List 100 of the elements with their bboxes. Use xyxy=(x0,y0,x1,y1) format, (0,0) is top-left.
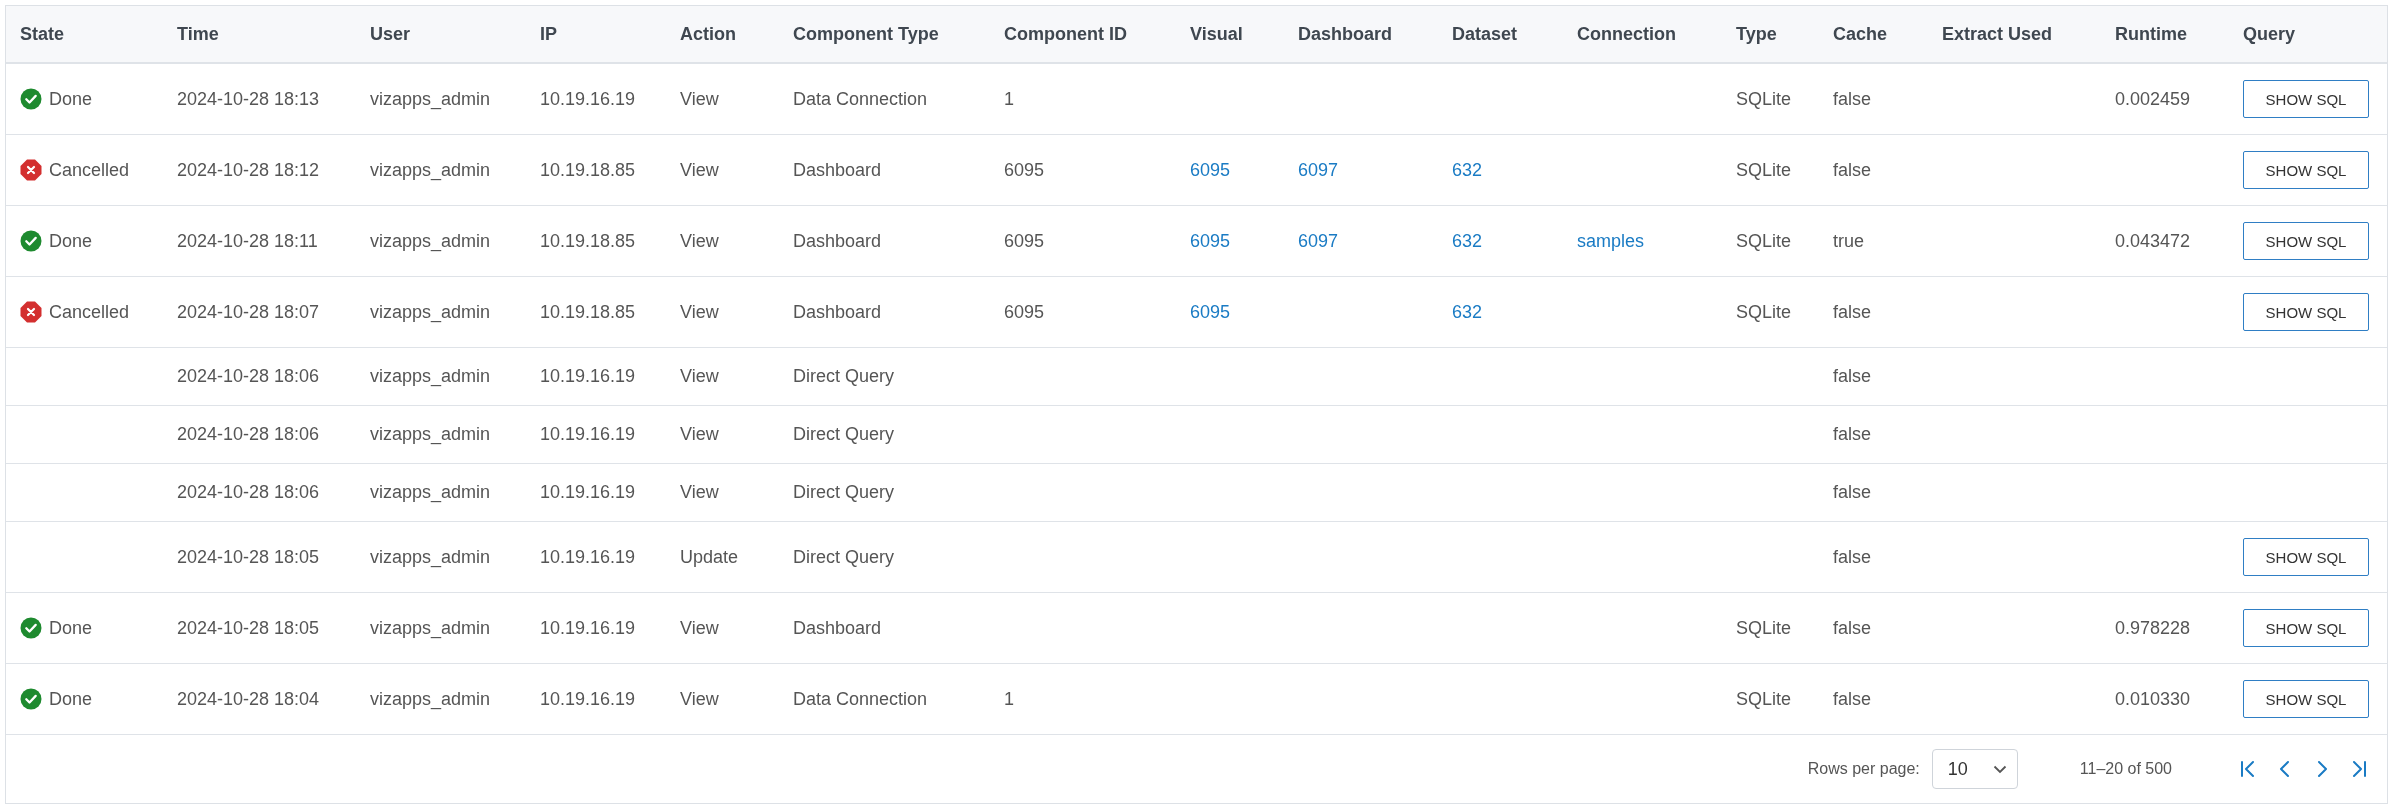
check-circle-icon xyxy=(20,688,42,710)
status-label: Cancelled xyxy=(49,301,130,323)
table-cell: 10.19.16.19 xyxy=(540,482,636,503)
column-header: Dashboard xyxy=(1298,23,1393,45)
table-cell: 0.002459 xyxy=(2115,88,2191,110)
rows-per-page-label: Rows per page: xyxy=(1807,760,1920,778)
show-sql-button[interactable]: SHOW SQL xyxy=(2243,80,2369,118)
table-cell: View xyxy=(680,88,719,110)
chevron-down-icon xyxy=(1992,764,2007,774)
table-cell: 10.19.16.19 xyxy=(540,424,636,445)
page-range: 11–20 of 500 xyxy=(2079,760,2172,778)
table-link[interactable]: 632 xyxy=(1452,301,1483,323)
table-cell: Direct Query xyxy=(793,366,895,387)
table-cell: Dashboard xyxy=(793,301,882,323)
table-cell: 10.19.18.85 xyxy=(540,230,636,252)
table-cell: Direct Query xyxy=(793,546,895,568)
table-cell: 0.978228 xyxy=(2115,617,2191,639)
table-cell: Data Connection xyxy=(793,88,928,110)
table-cell: 10.19.16.19 xyxy=(540,617,636,639)
table-cell: vizapps_admin xyxy=(370,546,491,568)
table-cell: View xyxy=(680,617,719,639)
table-cell: false xyxy=(1833,301,1872,323)
table-cell: 6095 xyxy=(1004,301,1045,323)
table-cell: false xyxy=(1833,366,1872,387)
show-sql-button[interactable]: SHOW SQL xyxy=(2243,538,2369,576)
table-cell: 0.010330 xyxy=(2115,688,2191,710)
table-cell: 2024-10-28 18:11 xyxy=(177,230,318,252)
table-link[interactable]: 632 xyxy=(1452,159,1483,181)
table-cell: Dashboard xyxy=(793,230,882,252)
column-header: Connection xyxy=(1577,23,1676,45)
table-cell: vizapps_admin xyxy=(370,159,491,181)
table-link[interactable]: 6097 xyxy=(1298,230,1339,252)
column-header: IP xyxy=(540,23,557,45)
table-cell: 2024-10-28 18:13 xyxy=(177,88,320,110)
error-icon xyxy=(20,159,42,181)
table-cell: View xyxy=(680,301,719,323)
table-cell: Direct Query xyxy=(793,482,895,503)
table-cell: 0.043472 xyxy=(2115,230,2191,252)
column-header: Runtime xyxy=(2115,23,2187,45)
table-cell: false xyxy=(1833,424,1872,445)
table-link[interactable]: 6097 xyxy=(1298,159,1339,181)
status-label: Done xyxy=(49,230,93,252)
table-cell: false xyxy=(1833,482,1872,503)
table-cell: View xyxy=(680,366,719,387)
column-header: Query xyxy=(2243,23,2296,45)
table-cell: vizapps_admin xyxy=(370,366,491,387)
table-cell: 6095 xyxy=(1004,230,1045,252)
table-cell: 2024-10-28 18:04 xyxy=(177,688,320,710)
table-cell: SQLite xyxy=(1736,88,1792,110)
table-cell: false xyxy=(1833,688,1872,710)
table-cell: 2024-10-28 18:05 xyxy=(177,617,320,639)
error-icon xyxy=(20,301,42,323)
table-cell: Update xyxy=(680,546,739,568)
table-cell: 10.19.18.85 xyxy=(540,301,636,323)
column-header: State xyxy=(20,23,64,45)
show-sql-button[interactable]: SHOW SQL xyxy=(2243,609,2369,647)
table-cell: 1 xyxy=(1004,88,1014,110)
table-link[interactable]: samples xyxy=(1577,230,1645,252)
table-cell: Data Connection xyxy=(793,688,928,710)
table-cell: View xyxy=(680,230,719,252)
column-header: Component ID xyxy=(1004,23,1127,45)
rows-per-page-select[interactable]: 10 xyxy=(1931,749,2018,789)
column-header: User xyxy=(370,23,411,45)
table-cell: false xyxy=(1833,88,1872,110)
table-cell: Dashboard xyxy=(793,159,882,181)
show-sql-button[interactable]: SHOW SQL xyxy=(2243,151,2369,189)
table-cell: 2024-10-28 18:06 xyxy=(177,424,320,445)
check-circle-icon xyxy=(20,88,42,110)
table-cell: Direct Query xyxy=(793,424,895,445)
table-cell: Dashboard xyxy=(793,617,882,639)
last-page-icon[interactable] xyxy=(2351,759,2367,779)
show-sql-button[interactable]: SHOW SQL xyxy=(2243,293,2369,331)
column-header: Time xyxy=(177,23,219,45)
table-cell: SQLite xyxy=(1736,230,1792,252)
show-sql-button[interactable]: SHOW SQL xyxy=(2243,222,2369,260)
first-page-icon[interactable] xyxy=(2240,759,2256,779)
table-link[interactable]: 6095 xyxy=(1190,159,1231,181)
table-cell: 10.19.16.19 xyxy=(540,366,636,387)
table-cell: 10.19.16.19 xyxy=(540,688,636,710)
table-cell: 10.19.18.85 xyxy=(540,159,636,181)
table-link[interactable]: 632 xyxy=(1452,230,1483,252)
table-cell: 10.19.16.19 xyxy=(540,88,636,110)
column-header: Dataset xyxy=(1452,23,1518,45)
column-header: Extract Used xyxy=(1942,23,2053,45)
table-cell: View xyxy=(680,159,719,181)
table-cell: vizapps_admin xyxy=(370,482,491,503)
table-link[interactable]: 6095 xyxy=(1190,301,1231,323)
show-sql-button[interactable]: SHOW SQL xyxy=(2243,680,2369,718)
table-cell: 2024-10-28 18:05 xyxy=(177,546,320,568)
table-cell: View xyxy=(680,688,719,710)
table-cell: 2024-10-28 18:07 xyxy=(177,301,320,323)
table-link[interactable]: 6095 xyxy=(1190,230,1231,252)
table-cell: vizapps_admin xyxy=(370,230,491,252)
table-cell: false xyxy=(1833,617,1872,639)
table-cell: SQLite xyxy=(1736,688,1792,710)
table-cell: vizapps_admin xyxy=(370,424,491,445)
table-cell: 2024-10-28 18:06 xyxy=(177,366,320,387)
column-header: Cache xyxy=(1833,23,1888,45)
status-label: Done xyxy=(49,688,93,710)
column-header: Type xyxy=(1736,23,1777,45)
